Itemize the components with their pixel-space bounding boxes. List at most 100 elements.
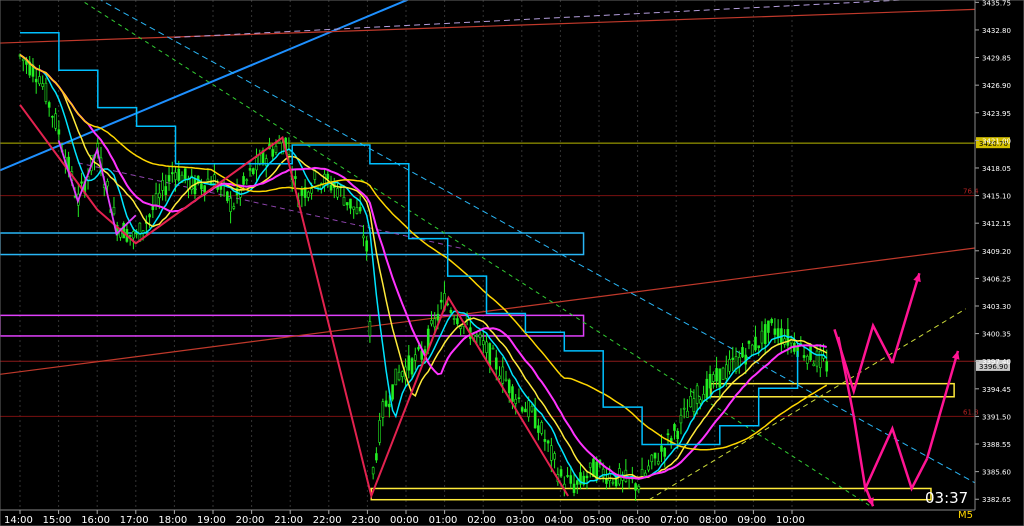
candle-body [368,321,372,336]
candle-body [546,440,550,444]
candle-body [507,379,511,394]
x-tick-label: 19:00 [197,515,226,526]
price-chart[interactable]: 76.461.83420.703396.90 3435.753432.80342… [0,0,1024,526]
candle-body [271,149,275,157]
candle-body [705,378,709,399]
x-tick-label: 18:00 [158,515,187,526]
ma-yellow-fast [19,54,828,480]
zone-magenta [0,314,585,337]
y-tick-label: 3394.45 [982,386,1011,394]
candle-body [718,368,722,388]
candle-body [770,319,773,324]
candle-body [229,198,232,212]
candle-body [533,407,537,429]
candle-body [413,354,417,361]
candle-body [504,378,508,381]
candle-body [300,189,304,196]
candle-body [54,113,57,129]
candle-body [514,398,518,404]
zone-blue [0,232,585,256]
candle-body [47,102,51,108]
candle-body [355,207,359,214]
x-tick-label: 07:00 [660,515,689,526]
candle-body [488,343,492,366]
timeframe-label: M5 [958,510,973,521]
projection-path [833,272,960,507]
candle-body [660,445,663,452]
y-tick-label: 3418.05 [982,165,1011,173]
candle-body [258,154,262,165]
x-tick-label: 14:00 [4,515,33,526]
zone-boxes [0,232,955,501]
candle-body [553,453,556,460]
candle-body [540,421,543,434]
candle-body [128,234,132,237]
candle-body [391,384,394,400]
x-tick-label: 06:00 [622,515,651,526]
candle-body [653,452,657,459]
projection-arrow-up-1 [891,272,921,364]
candle-body [193,178,197,195]
candle-body [721,367,725,380]
candle-body [248,168,252,171]
candle-body [154,193,158,206]
y-tick-label: 3385.60 [982,469,1011,477]
candle-body [475,334,479,337]
candle-body [491,347,495,350]
candle-body [358,206,362,212]
candle-body [760,330,764,344]
candle-body [689,395,692,408]
candle-body [388,403,391,408]
ma-cyan [19,54,828,485]
candle-body [456,318,459,325]
candle-body [394,368,398,386]
candle-body [494,357,498,370]
candle-body [410,358,414,375]
candle-body [342,196,346,206]
candle-body [183,168,187,179]
candle-body [164,186,168,195]
candle-body [537,425,540,433]
candle-body [666,433,670,436]
y-tick-label: 3429.85 [982,55,1011,63]
candle-body [436,313,440,321]
candle-body [767,320,770,333]
chart-border [0,0,1024,526]
candle-body [663,447,667,457]
candle-body [378,420,381,443]
x-tick-label: 17:00 [120,515,149,526]
candle-body [161,180,164,191]
candle-body [138,222,142,242]
trendline-lavender-dash [174,0,912,38]
candle-body [825,361,829,372]
candle-body [611,481,615,484]
y-tick-label: 3412.15 [982,220,1011,228]
candle-body [345,202,349,206]
moving-averages [19,32,828,485]
candle-body [57,129,61,135]
candle-body [818,350,822,369]
candle-body [585,475,589,479]
candle-body [329,184,333,191]
candle-body [812,363,816,366]
candle-body [773,328,777,335]
candle-body [21,58,25,61]
candle-body [203,185,206,193]
candle-body [41,83,44,87]
candle-body [449,309,453,313]
candle-body [482,340,485,345]
y-tick-label: 3397.40 [982,358,1011,366]
candle-body [417,347,420,350]
candle-body [763,324,767,344]
candle-body [728,359,731,372]
x-tick-label: 03:00 [506,515,535,526]
x-tick-label: 22:00 [313,515,342,526]
zone-yellow-upper [710,382,955,398]
candle-body [637,486,641,490]
candle-body [559,469,563,477]
candle-body [167,175,171,182]
trendline-red-top [0,8,976,44]
candle-body [644,472,647,477]
y-tick-label: 3432.80 [982,27,1011,35]
candle-body [699,399,702,404]
